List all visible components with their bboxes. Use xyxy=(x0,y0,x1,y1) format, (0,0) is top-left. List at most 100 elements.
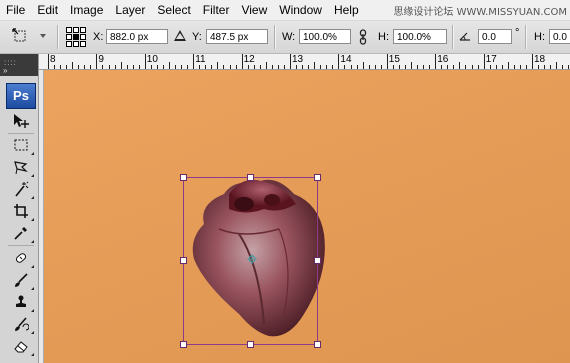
ruler-minor-tick xyxy=(126,65,128,69)
photoshop-logo[interactable]: Ps xyxy=(6,83,36,109)
divider xyxy=(8,245,34,246)
height-scale-field[interactable]: 100.0% xyxy=(393,29,447,44)
ruler-minor-tick xyxy=(253,65,255,69)
ruler-minor-tick xyxy=(447,65,449,69)
marquee-tool-icon[interactable] xyxy=(10,134,34,156)
width-scale-field[interactable]: 100.0% xyxy=(299,29,351,44)
ruler-minor-tick xyxy=(459,62,461,69)
ruler-label: 8 xyxy=(50,54,56,65)
transform-handle-bottom-right[interactable] xyxy=(314,341,321,348)
ruler-minor-tick xyxy=(120,62,122,69)
ruler-minor-tick xyxy=(477,65,479,69)
ruler-minor-tick xyxy=(356,65,358,69)
divider xyxy=(525,25,527,49)
transform-handle-top-left[interactable] xyxy=(180,174,187,181)
menu-layer[interactable]: Layer xyxy=(109,3,151,17)
ruler-major-tick xyxy=(338,54,340,69)
width-label: W: xyxy=(282,31,296,43)
ruler-minor-tick xyxy=(235,65,237,69)
ruler-minor-tick xyxy=(175,65,177,69)
ruler-minor-tick xyxy=(187,65,189,69)
ruler-major-tick xyxy=(483,54,485,69)
ruler-label: 12 xyxy=(243,54,255,65)
tools-panel-header[interactable]: :::: » xyxy=(0,54,38,76)
ruler-minor-tick xyxy=(350,65,352,69)
ruler-minor-tick xyxy=(429,65,431,69)
y-label: Y: xyxy=(192,31,202,43)
ruler-minor-tick xyxy=(525,65,527,69)
menu-edit[interactable]: Edit xyxy=(31,3,64,17)
menu-select[interactable]: Select xyxy=(151,3,196,17)
ruler-major-tick xyxy=(144,54,146,69)
tools-panel: :::: » Ps xyxy=(0,54,39,363)
eyedropper-tool-icon[interactable] xyxy=(10,222,34,244)
eraser-tool-icon[interactable] xyxy=(10,335,34,357)
ruler-minor-tick xyxy=(205,65,207,69)
ruler-minor-tick xyxy=(513,65,515,69)
ruler-major-tick xyxy=(241,54,243,69)
ruler-major-tick xyxy=(48,54,49,69)
lasso-tool-icon[interactable] xyxy=(10,156,34,178)
document-canvas[interactable] xyxy=(44,70,570,363)
reference-point-locator[interactable] xyxy=(66,27,86,47)
transform-handle-top-center[interactable] xyxy=(247,174,254,181)
transform-handle-middle-left[interactable] xyxy=(180,257,187,264)
tool-preset-picker[interactable] xyxy=(10,26,50,48)
brush-tool-icon[interactable] xyxy=(10,269,34,291)
transform-handle-middle-right[interactable] xyxy=(314,257,321,264)
ruler-minor-tick xyxy=(374,65,376,69)
menu-view[interactable]: View xyxy=(235,3,273,17)
crop-tool-icon[interactable] xyxy=(10,200,34,222)
ruler-minor-tick xyxy=(362,62,364,69)
chevron-down-icon xyxy=(40,34,46,38)
ruler-minor-tick xyxy=(380,65,382,69)
rotation-angle-field[interactable]: 0.0 xyxy=(478,29,512,44)
menu-help[interactable]: Help xyxy=(328,3,365,17)
collapse-chevron-icon[interactable]: » xyxy=(3,66,7,75)
menu-file[interactable]: File xyxy=(0,3,31,17)
ruler-minor-tick xyxy=(519,65,521,69)
ruler-minor-tick xyxy=(417,65,419,69)
ruler-label: 17 xyxy=(485,54,497,65)
ruler-minor-tick xyxy=(217,62,219,69)
magic-wand-tool-icon[interactable] xyxy=(10,178,34,200)
menu-image[interactable]: Image xyxy=(64,3,109,17)
ruler-label: 9 xyxy=(98,54,104,65)
ruler-minor-tick xyxy=(423,65,425,69)
ruler-minor-tick xyxy=(495,65,497,69)
relative-position-icon[interactable] xyxy=(174,30,186,41)
ruler-minor-tick xyxy=(108,65,110,69)
transform-handle-top-right[interactable] xyxy=(314,174,321,181)
ruler-minor-tick xyxy=(392,65,394,69)
menu-bar: File Edit Image Layer Select Filter View… xyxy=(0,0,570,21)
ruler-major-tick xyxy=(96,54,98,69)
ruler-minor-tick xyxy=(568,65,570,69)
degree-symbol: ° xyxy=(515,27,520,39)
transform-handle-bottom-center[interactable] xyxy=(247,341,254,348)
menu-filter[interactable]: Filter xyxy=(197,3,236,17)
healing-brush-tool-icon[interactable] xyxy=(10,247,34,269)
ruler-minor-tick xyxy=(132,65,134,69)
history-brush-tool-icon[interactable] xyxy=(10,313,34,335)
rotate-angle-icon xyxy=(459,32,470,41)
move-tool-icon[interactable] xyxy=(10,110,32,132)
clone-stamp-tool-icon[interactable] xyxy=(10,291,34,313)
link-icon[interactable] xyxy=(359,29,367,45)
ruler-minor-tick xyxy=(259,65,261,69)
horizontal-ruler[interactable]: 8 9 10 11 12 13 14 15 16 17 18 xyxy=(39,54,570,70)
ruler-minor-tick xyxy=(453,65,455,69)
ruler-minor-tick xyxy=(138,65,140,69)
x-position-field[interactable]: 882.0 px xyxy=(106,29,168,44)
ruler-major-tick xyxy=(532,54,533,69)
menu-window[interactable]: Window xyxy=(273,3,328,17)
horizontal-skew-field[interactable]: 0.0 xyxy=(549,29,570,44)
ruler-minor-tick xyxy=(404,65,406,69)
reference-point-icon[interactable] xyxy=(247,254,257,264)
ruler-major-tick xyxy=(435,54,437,69)
ruler-minor-tick xyxy=(326,65,328,69)
transform-handle-bottom-left[interactable] xyxy=(180,341,187,348)
ruler-minor-tick xyxy=(162,65,164,69)
ruler-minor-tick xyxy=(471,65,473,69)
y-position-field[interactable]: 487.5 px xyxy=(206,29,268,44)
options-bar: X: 882.0 px Y: 487.5 px W: 100.0% H: 100… xyxy=(0,21,570,54)
